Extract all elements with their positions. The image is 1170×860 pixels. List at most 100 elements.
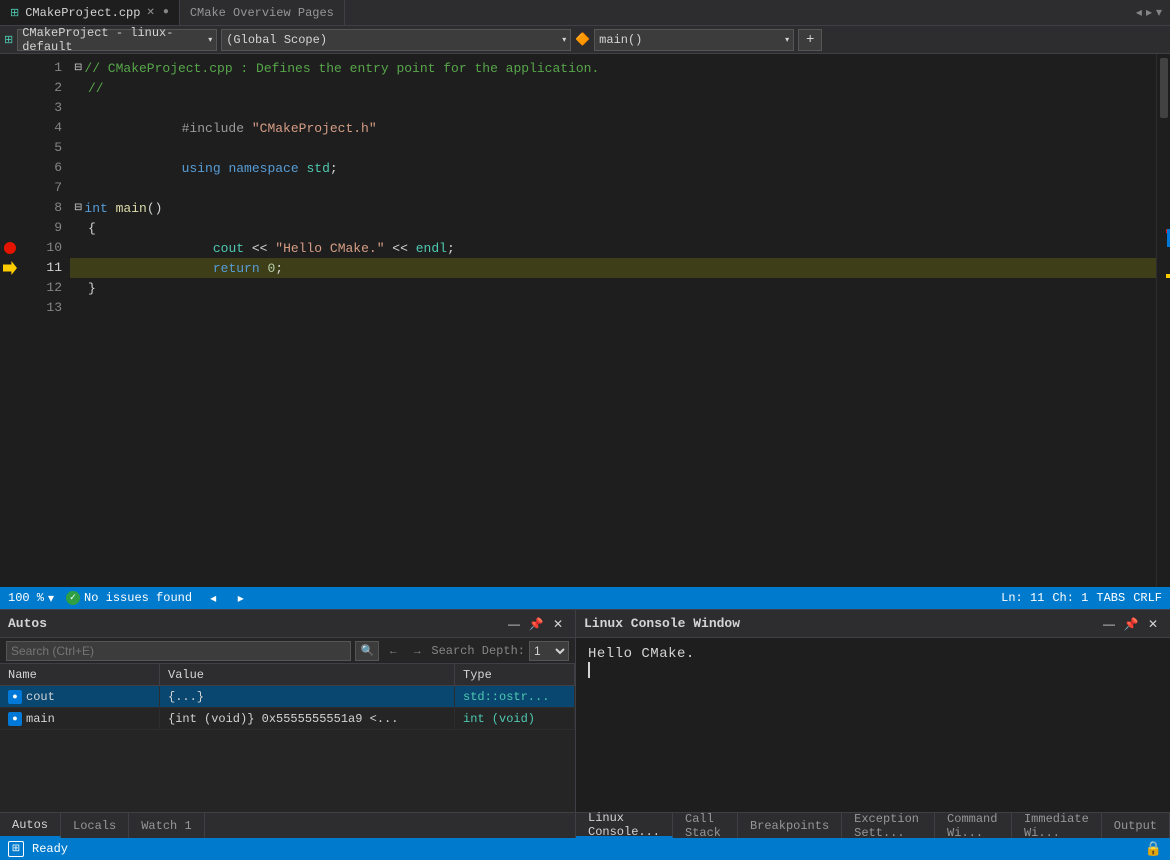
comment-the: the xyxy=(318,61,341,76)
code-content[interactable]: ⊟ // CMakeProject.cpp : Defines the entr… xyxy=(70,54,1156,587)
console-minimize-btn[interactable]: — xyxy=(1100,615,1118,633)
bp-10 xyxy=(0,238,20,258)
autos-title: Autos xyxy=(8,616,47,631)
depth-select[interactable]: 1 2 3 xyxy=(529,641,569,661)
code-12: } xyxy=(88,281,96,296)
autos-back-btn[interactable]: ← xyxy=(383,641,403,661)
func-dropdown[interactable]: main() ▾ xyxy=(594,29,794,51)
tab-scroll-left[interactable]: ◂ xyxy=(1136,5,1142,20)
crlf-status: CRLF xyxy=(1133,591,1162,605)
breakpoint-gutter xyxy=(0,54,20,587)
console-tab-callstack[interactable]: Call Stack xyxy=(673,813,738,838)
td-main-name: ● main xyxy=(0,708,160,729)
ln-11: 11 xyxy=(24,258,62,278)
console-pin-btn[interactable]: 📌 xyxy=(1122,615,1140,633)
autos-search-btn[interactable]: 🔍 xyxy=(355,641,379,661)
code-6: using namespace std; xyxy=(88,146,338,191)
collapse-1[interactable]: ⊟ xyxy=(74,62,82,74)
autos-table: Name Value Type ● cout {...} std::ostr..… xyxy=(0,664,575,812)
breakpoint-dot xyxy=(4,242,16,254)
td-cout-type: std::ostr... xyxy=(455,686,575,707)
ln-status: Ln: 11 xyxy=(1001,591,1044,605)
app-status-bar: ⊞ Ready 🔒 xyxy=(0,838,1170,860)
ln-13: 13 xyxy=(24,298,62,318)
console-title-bar: Linux Console Window — 📌 ✕ xyxy=(576,610,1170,638)
autos-title-bar: Autos — 📌 ✕ xyxy=(0,610,575,638)
table-row-cout[interactable]: ● cout {...} std::ostr... xyxy=(0,686,575,708)
scroll-right-btn[interactable]: ▸ xyxy=(238,592,244,606)
code-line-11: return 0; xyxy=(70,258,1156,278)
console-tab-output[interactable]: Output xyxy=(1102,813,1170,838)
tab-autos[interactable]: Autos xyxy=(0,813,61,838)
ln-7: 7 xyxy=(24,178,62,198)
tab-unsaved-dot-1: ● xyxy=(163,7,169,18)
console-output: Hello CMake. xyxy=(588,646,1158,662)
tab-locals[interactable]: Locals xyxy=(61,813,129,838)
editor-status-bar: 100 % ▾ ✓ No issues found ◂ ▸ Ln: 11 Ch:… xyxy=(0,587,1170,609)
code-line-8: ⊟ int main() xyxy=(70,198,1156,218)
autos-forward-btn[interactable]: → xyxy=(407,641,427,661)
td-cout-name: ● cout xyxy=(0,686,160,707)
issues-status[interactable]: ✓ No issues found xyxy=(66,591,192,605)
console-tab-linux[interactable]: Linux Console... xyxy=(576,813,673,838)
func-dropdown-arrow: ▾ xyxy=(785,35,789,45)
depth-label: Search Depth: xyxy=(431,644,525,658)
scope-dropdown[interactable]: (Global Scope) ▾ xyxy=(221,29,571,51)
code-line-4: #include "CMakeProject.h" xyxy=(70,118,1156,138)
ln-4: 4 xyxy=(24,118,62,138)
console-controls: — 📌 ✕ xyxy=(1100,615,1162,633)
check-icon: ✓ xyxy=(66,591,80,605)
code-11: return 0; xyxy=(88,246,283,291)
add-func-btn[interactable]: + xyxy=(798,29,822,51)
zoom-control[interactable]: 100 % ▾ xyxy=(8,591,54,606)
collapse-8[interactable]: ⊟ xyxy=(74,202,82,214)
console-hello: Hello CMake. xyxy=(588,646,695,662)
scope-dropdown-arrow: ▾ xyxy=(562,35,566,45)
tab-scroll-right[interactable]: ▸ xyxy=(1146,5,1152,20)
status-left: 100 % ▾ ✓ No issues found ◂ ▸ xyxy=(0,591,993,606)
console-tab-immediate[interactable]: Immediate Wi... xyxy=(1012,813,1102,838)
scroll-left-btn[interactable]: ◂ xyxy=(210,592,216,606)
autos-search-input[interactable] xyxy=(6,641,351,661)
code-2: // xyxy=(88,81,104,96)
code-editor[interactable]: 1 2 3 4 5 6 7 8 9 10 11 12 13 ⊟ // CMake… xyxy=(0,54,1156,587)
comment-2: entry point for the application. xyxy=(342,61,599,76)
autos-pin-btn[interactable]: 📌 xyxy=(527,615,545,633)
scrollbar-thumb xyxy=(1160,58,1168,118)
ln-3: 3 xyxy=(24,98,62,118)
table-row-main[interactable]: ● main {int (void)} 0x5555555551a9 <... … xyxy=(0,708,575,730)
bp-5 xyxy=(0,138,20,158)
zoom-value: 100 % xyxy=(8,591,44,605)
code-line-6: using namespace std; xyxy=(70,158,1156,178)
ln-9: 9 xyxy=(24,218,62,238)
zoom-arrow: ▾ xyxy=(48,591,54,606)
tab-watch-1[interactable]: Watch 1 xyxy=(129,813,204,838)
th-value: Value xyxy=(160,664,455,685)
toolbar-row: ⊞ CMakeProject - linux-default ▾ (Global… xyxy=(0,26,1170,54)
ln-10: 10 xyxy=(24,238,62,258)
bp-12 xyxy=(0,278,20,298)
tab-cmake-overview[interactable]: CMake Overview Pages xyxy=(180,0,345,25)
console-close-btn[interactable]: ✕ xyxy=(1144,615,1162,633)
autos-minimize-btn[interactable]: — xyxy=(505,615,523,633)
debug-arrow xyxy=(3,261,17,275)
tab-dropdown-btn[interactable]: ▾ xyxy=(1156,5,1162,20)
autos-panel-controls: — 📌 ✕ xyxy=(505,615,567,633)
tab-cmake-cpp[interactable]: ⊞ CMakeProject.cpp ✕ ● xyxy=(0,0,180,25)
autos-bottom-tabs: Autos Locals Watch 1 xyxy=(0,812,575,838)
console-tab-exception[interactable]: Exception Sett... xyxy=(842,813,935,838)
bp-2 xyxy=(0,78,20,98)
editor-scrollbar[interactable] xyxy=(1156,54,1170,587)
scroll-nav: ◂ ▸ xyxy=(204,591,250,606)
project-dropdown[interactable]: CMakeProject - linux-default ▾ xyxy=(17,29,217,51)
console-tab-command[interactable]: Command Wi... xyxy=(935,813,1012,838)
bp-7 xyxy=(0,178,20,198)
tab-close-1[interactable]: ✕ xyxy=(146,7,154,19)
console-tab-breakpoints[interactable]: Breakpoints xyxy=(738,813,842,838)
func-label: main() xyxy=(599,33,642,47)
editor-area: 1 2 3 4 5 6 7 8 9 10 11 12 13 ⊟ // CMake… xyxy=(0,54,1170,587)
bp-1 xyxy=(0,58,20,78)
autos-close-btn[interactable]: ✕ xyxy=(549,615,567,633)
tabs-status: TABS xyxy=(1096,591,1125,605)
bottom-panels: Autos — 📌 ✕ 🔍 ← → Search Depth: 1 2 3 Na… xyxy=(0,609,1170,838)
